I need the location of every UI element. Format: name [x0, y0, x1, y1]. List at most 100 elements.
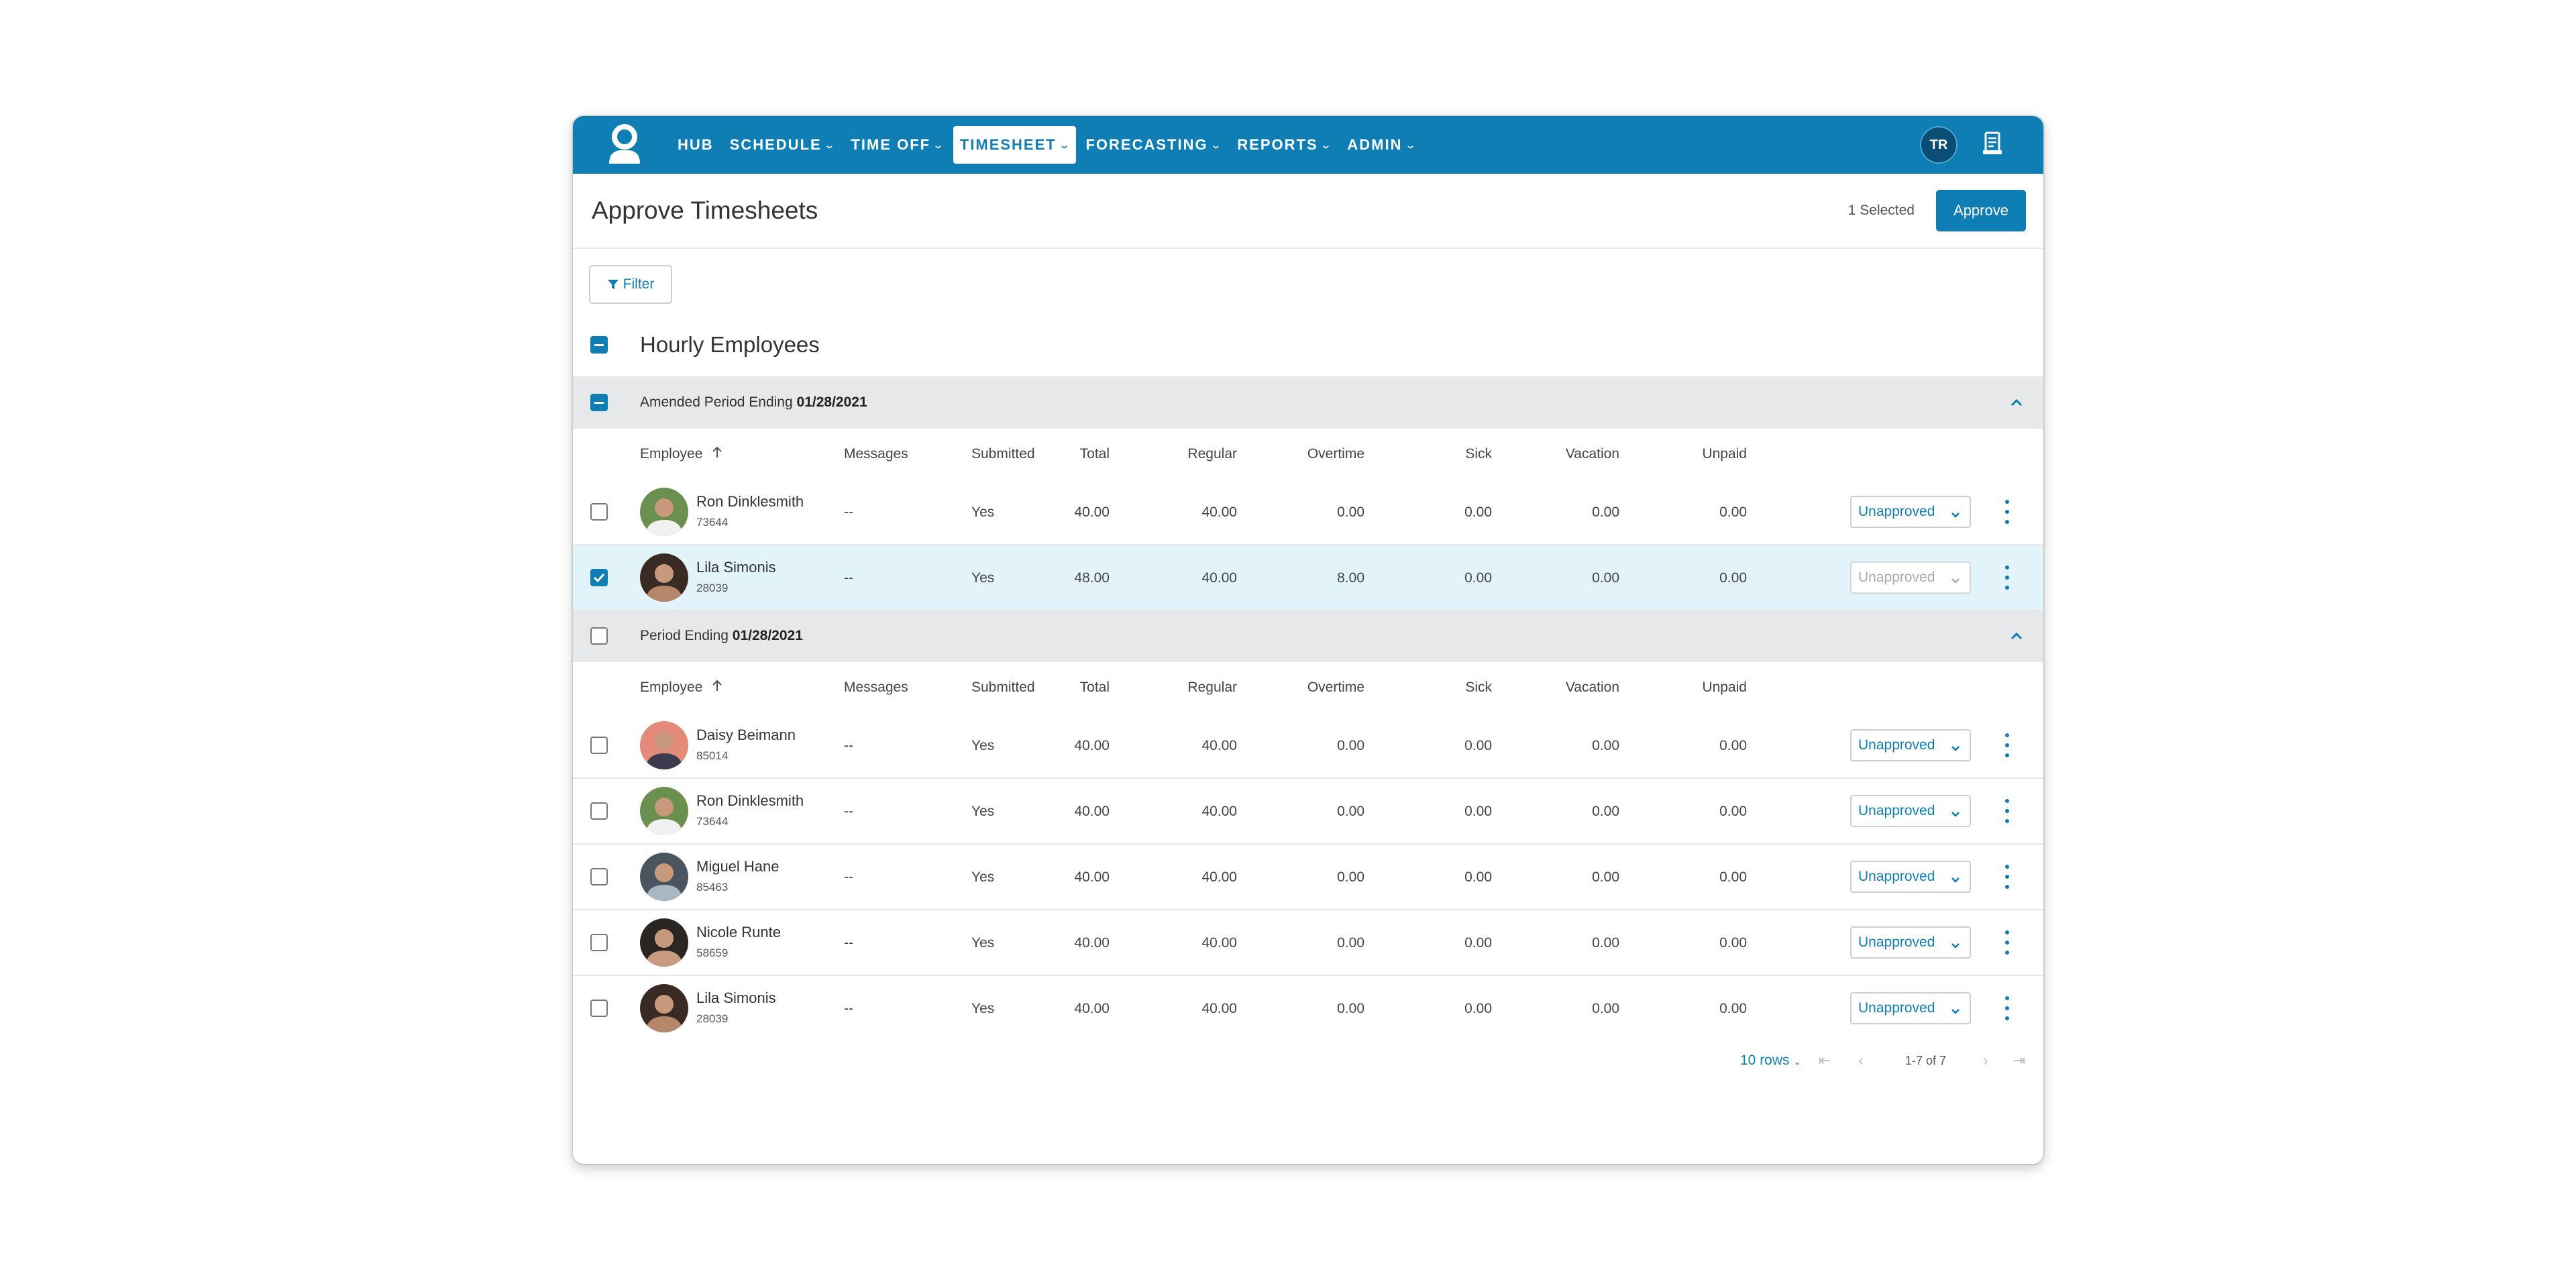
col-overtime-header: Overtime	[1307, 680, 1364, 695]
chevron-down-icon	[1951, 871, 1960, 888]
col-employee-header[interactable]: Employee	[640, 446, 722, 462]
row-checkbox[interactable]	[590, 503, 608, 521]
rows-per-page-label: 10 rows	[1740, 1053, 1790, 1068]
status-select[interactable]: Unapproved	[1850, 795, 1971, 827]
chevron-down-icon: ⌄	[1404, 139, 1417, 150]
nav-admin[interactable]: ADMIN ⌄	[1340, 126, 1422, 164]
nav-hub[interactable]: HUB	[671, 126, 720, 164]
nav-timesheet[interactable]: TIMESHEET ⌄	[953, 126, 1077, 164]
selected-count: 1 Selected	[1847, 203, 1915, 218]
row-checkbox[interactable]	[590, 802, 608, 820]
approve-button[interactable]: Approve	[1936, 190, 2026, 231]
logo-icon[interactable]	[605, 123, 644, 167]
table-row[interactable]: Miguel Hane 85463 -- Yes 40.00 40.00 0.00 0.00 0…	[573, 845, 2043, 910]
cell-overtime: 0.00	[1337, 504, 1364, 520]
table-row[interactable]: Lila Simonis 28039 -- Yes 40.00 40.00 0.00 0.00…	[573, 976, 2043, 1040]
chevron-down-icon: ⌄	[1058, 139, 1072, 150]
table-row[interactable]: Lila Simonis 28039 -- Yes 48.00 40.00 8.00 0.00…	[573, 545, 2043, 610]
row-checkbox[interactable]	[590, 569, 608, 586]
chevron-up-icon[interactable]	[2007, 393, 2026, 412]
period-label: Period Ending 01/28/2021	[640, 628, 803, 644]
last-page-icon[interactable]: ⇥	[2010, 1051, 2029, 1070]
page-title: Approve Timesheets	[592, 197, 818, 224]
nav-forecasting-label: FORECASTING	[1085, 136, 1208, 153]
chevron-down-icon: ⌄	[932, 139, 946, 150]
period-label-prefix: Amended Period Ending	[640, 394, 793, 410]
status-select[interactable]: Unapproved	[1850, 561, 1971, 594]
nav-time-off-label: TIME OFF	[851, 136, 931, 153]
status-select[interactable]: Unapproved	[1850, 729, 1971, 761]
cell-unpaid: 0.00	[1719, 869, 1747, 885]
filter-label: Filter	[623, 276, 655, 292]
cell-unpaid: 0.00	[1719, 504, 1747, 520]
row-checkbox[interactable]	[590, 868, 608, 885]
status-select[interactable]: Unapproved	[1850, 861, 1971, 893]
col-regular-header: Regular	[1187, 680, 1237, 695]
row-checkbox[interactable]	[590, 934, 608, 951]
employee-name: Lila Simonis	[696, 559, 776, 576]
period-select-checkbox[interactable]	[590, 394, 608, 411]
avatar	[640, 488, 688, 536]
first-page-icon[interactable]: ⇤	[1815, 1051, 1834, 1070]
cell-messages: --	[844, 804, 853, 819]
prev-page-icon[interactable]: ‹	[1851, 1051, 1870, 1070]
nav-reports[interactable]: REPORTS ⌄	[1230, 126, 1338, 164]
nav-forecasting[interactable]: FORECASTING ⌄	[1079, 126, 1228, 164]
more-options-icon[interactable]	[2000, 996, 2014, 1020]
status-select[interactable]: Unapproved	[1850, 496, 1971, 528]
table-header: Employee Messages Submitted Total Regular Ove…	[573, 429, 2043, 480]
receipt-icon[interactable]	[1982, 131, 2003, 159]
cell-regular: 40.00	[1201, 1001, 1237, 1016]
employee-name: Miguel Hane	[696, 858, 780, 875]
period-select-checkbox[interactable]	[590, 627, 608, 645]
group-select-checkbox[interactable]	[590, 336, 608, 354]
row-checkbox[interactable]	[590, 737, 608, 754]
next-page-icon[interactable]: ›	[1976, 1051, 1995, 1070]
table-row[interactable]: Ron Dinklesmith 73644 -- Yes 40.00 40.00 0.00 0…	[573, 779, 2043, 845]
more-options-icon[interactable]	[2000, 566, 2014, 590]
cell-regular: 40.00	[1201, 804, 1237, 819]
row-checkbox[interactable]	[590, 1000, 608, 1017]
avatar	[640, 918, 688, 967]
cell-overtime: 0.00	[1337, 869, 1364, 885]
more-options-icon[interactable]	[2000, 799, 2014, 823]
cell-total: 40.00	[1074, 869, 1110, 885]
page-info: 1-7 of 7	[1905, 1054, 1947, 1067]
cell-vacation: 0.00	[1592, 804, 1619, 819]
chevron-up-icon[interactable]	[2007, 627, 2026, 645]
employee-id: 85014	[696, 749, 729, 762]
status-select[interactable]: Unapproved	[1850, 926, 1971, 959]
rows-per-page-select[interactable]: 10 rows ⌄	[1740, 1053, 1801, 1069]
status-select[interactable]: Unapproved	[1850, 992, 1971, 1024]
nav-admin-label: ADMIN	[1347, 136, 1403, 153]
col-employee-header[interactable]: Employee	[640, 680, 722, 696]
nav-time-off[interactable]: TIME OFF ⌄	[844, 126, 950, 164]
more-options-icon[interactable]	[2000, 865, 2014, 889]
sort-asc-icon	[712, 680, 722, 695]
more-options-icon[interactable]	[2000, 733, 2014, 757]
user-avatar[interactable]: TR	[1920, 126, 1957, 164]
filter-button[interactable]: Filter	[589, 265, 672, 304]
period-date: 01/28/2021	[796, 394, 867, 410]
table-row[interactable]: Ron Dinklesmith 73644 -- Yes 40.00 40.00 0.00 0…	[573, 480, 2043, 545]
cell-submitted: Yes	[971, 570, 995, 586]
cell-messages: --	[844, 738, 853, 753]
employee-id: 73644	[696, 815, 729, 828]
more-options-icon[interactable]	[2000, 500, 2014, 524]
cell-regular: 40.00	[1201, 935, 1237, 951]
nav-schedule[interactable]: SCHEDULE ⌄	[723, 126, 842, 164]
cell-total: 40.00	[1074, 804, 1110, 819]
avatar	[640, 721, 688, 769]
filter-icon	[607, 280, 619, 289]
more-options-icon[interactable]	[2000, 930, 2014, 955]
cell-submitted: Yes	[971, 1001, 995, 1016]
pagination: 10 rows ⌄ ⇤ ‹ 1-7 of 7 › ⇥	[573, 1042, 2043, 1082]
table-row[interactable]: Nicole Runte 58659 -- Yes 40.00 40.00 0.00 0.00…	[573, 910, 2043, 976]
cell-total: 40.00	[1074, 1001, 1110, 1016]
cell-sick: 0.00	[1464, 1001, 1492, 1016]
table-row[interactable]: Daisy Beimann 85014 -- Yes 40.00 40.00 0.00 0.0…	[573, 713, 2043, 779]
col-vacation-header: Vacation	[1565, 680, 1619, 695]
employee-id: 28039	[696, 1012, 729, 1025]
avatar	[640, 553, 688, 602]
nav-reports-label: REPORTS	[1237, 136, 1318, 153]
